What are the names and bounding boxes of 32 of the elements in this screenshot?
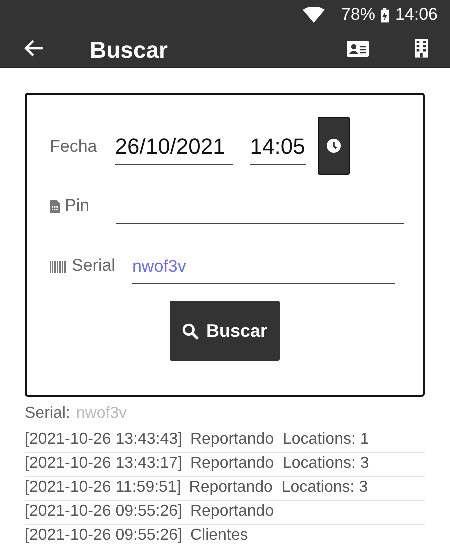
pin-label: Pin [65, 196, 90, 217]
sim-card-icon [50, 200, 60, 214]
serial-caption: Serial: [25, 405, 70, 423]
search-icon [182, 322, 200, 340]
log-message: Reportando Locations: 3 [190, 454, 370, 474]
serial-label: Serial [72, 256, 116, 277]
log-timestamp: [2021-10-26 13:43:43] [25, 430, 182, 450]
serial-value: nwof3v [76, 405, 128, 423]
date-field[interactable]: 26/10/2021 [115, 134, 234, 165]
log-timestamp: [2021-10-26 09:55:26] [25, 502, 182, 522]
battery-charging-icon [381, 8, 390, 22]
log-timestamp: [2021-10-26 09:55:26] [25, 526, 182, 546]
date-label: Fecha [50, 137, 98, 158]
clock: 14:06 [395, 5, 438, 25]
clock-icon [326, 138, 342, 154]
time-field[interactable]: 14:05 [250, 134, 306, 165]
id-card-icon[interactable] [347, 40, 369, 56]
log-message: Reportando [190, 502, 274, 522]
log-timestamp: [2021-10-26 13:43:17] [25, 454, 182, 474]
search-button[interactable]: Buscar [170, 301, 280, 361]
wifi-icon [303, 7, 326, 23]
serial-field[interactable]: nwof3v [132, 257, 395, 284]
barcode-icon [50, 261, 67, 273]
log-message: Clientes [190, 526, 248, 546]
building-icon[interactable] [415, 39, 428, 58]
time-picker-button[interactable] [318, 117, 350, 175]
log-message: Reportando Locations: 3 [189, 478, 368, 498]
battery-percent: 78% [341, 5, 376, 25]
log-timestamp: [2021-10-26 11:59:51] [25, 478, 182, 498]
back-arrow-icon[interactable] [23, 38, 44, 59]
log-message: Reportando Locations: 1 [190, 430, 370, 450]
screen-title: Buscar [90, 36, 168, 64]
